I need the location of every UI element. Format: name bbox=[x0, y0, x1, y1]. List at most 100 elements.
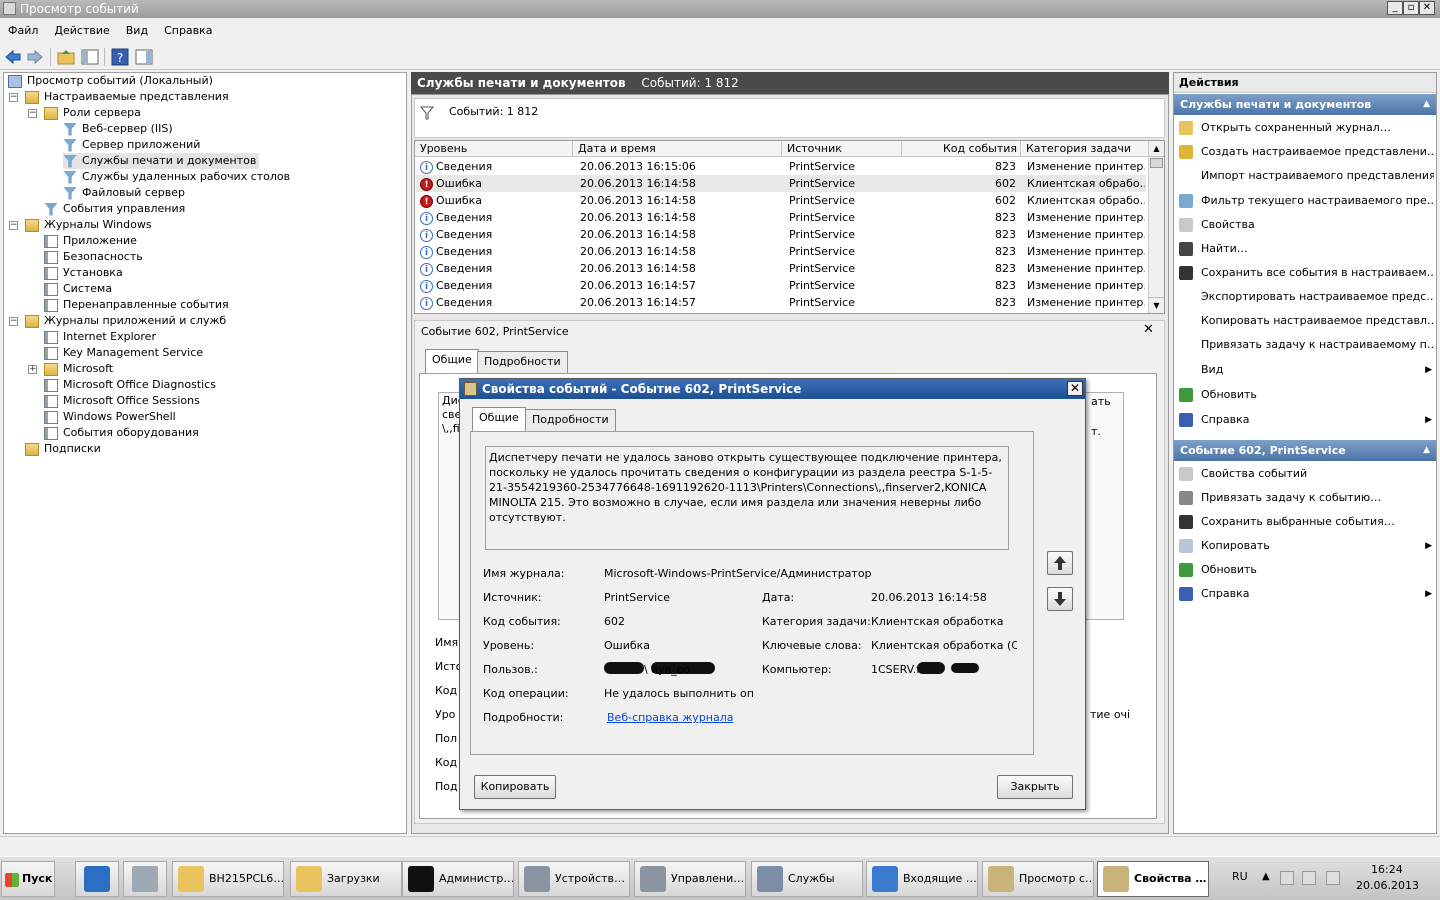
start-button[interactable]: Пуск bbox=[1, 861, 55, 897]
collapse-toggle[interactable]: − bbox=[9, 221, 18, 230]
collapse-toggle[interactable]: − bbox=[9, 93, 18, 102]
tree-item-setup[interactable]: Установка bbox=[44, 265, 123, 281]
show-hide-tree-icon[interactable] bbox=[81, 48, 99, 66]
action-item[interactable]: Сохранить все события в настраиваем… bbox=[1179, 262, 1434, 284]
grid-scrollbar[interactable]: ▲ ▼ bbox=[1148, 141, 1164, 313]
menu-file[interactable]: Файл bbox=[0, 18, 46, 44]
copy-button[interactable]: Копировать bbox=[474, 775, 556, 799]
action-item[interactable]: Привязать задачу к событию… bbox=[1179, 487, 1434, 509]
action-item[interactable]: Копировать ▶ bbox=[1179, 535, 1434, 557]
taskbar-button[interactable]: Управлени… bbox=[634, 861, 746, 897]
action-item[interactable]: Вид ▶ bbox=[1179, 359, 1434, 381]
table-row[interactable]: i Сведения 20.06.2013 16:14:58 PrintService… bbox=[416, 243, 1146, 260]
clock-time[interactable]: 16:24 bbox=[1371, 863, 1403, 876]
tree-item-powershell[interactable]: Windows PowerShell bbox=[44, 409, 176, 425]
forward-arrow-icon[interactable] bbox=[26, 48, 44, 66]
table-row[interactable]: i Сведения 20.06.2013 16:15:06 PrintService… bbox=[416, 158, 1146, 175]
action-item[interactable]: Создать настраиваемое представлени… bbox=[1179, 141, 1434, 163]
taskbar-button[interactable]: Входящие … bbox=[866, 861, 978, 897]
action-item[interactable]: Импорт настраиваемого представления bbox=[1179, 165, 1434, 187]
maximize-button[interactable]: ▫ bbox=[1403, 1, 1419, 15]
tree-item-rds[interactable]: Службы удаленных рабочих столов bbox=[63, 169, 290, 185]
action-item[interactable]: Справка ▶ bbox=[1179, 409, 1434, 431]
menu-action[interactable]: Действие bbox=[46, 18, 117, 44]
help-icon[interactable]: ? bbox=[111, 48, 129, 66]
volume-icon[interactable] bbox=[1326, 871, 1340, 885]
action-item[interactable]: Справка ▶ bbox=[1179, 583, 1434, 605]
back-arrow-icon[interactable] bbox=[4, 48, 22, 66]
scroll-thumb[interactable] bbox=[1150, 158, 1163, 168]
web-help-link[interactable]: Веб-справка журнала bbox=[607, 711, 734, 724]
tree-item-microsoft[interactable]: Microsoft bbox=[44, 361, 113, 377]
tree-item-iis[interactable]: Веб-сервер (IIS) bbox=[63, 121, 173, 137]
taskbar-button[interactable]: BH215PCL6… bbox=[172, 861, 284, 897]
quicklaunch-powershell[interactable] bbox=[75, 861, 119, 897]
action-item[interactable]: Обновить bbox=[1179, 559, 1434, 581]
action-item[interactable]: Обновить bbox=[1179, 384, 1434, 406]
tree-item-application[interactable]: Приложение bbox=[44, 233, 137, 249]
taskbar-button[interactable]: Свойства … bbox=[1097, 861, 1209, 897]
col-header-source[interactable]: Источник bbox=[782, 141, 902, 157]
tree-item-print-services[interactable]: Службы печати и документов bbox=[63, 153, 260, 169]
collapse-up-icon[interactable]: ▲ bbox=[1423, 94, 1430, 115]
tree-item-root[interactable]: Просмотр событий (Локальный) bbox=[8, 73, 213, 89]
action-item[interactable]: Сохранить выбранные события… bbox=[1179, 511, 1434, 533]
action-item[interactable]: Свойства bbox=[1179, 214, 1434, 236]
table-row[interactable]: i Сведения 20.06.2013 16:14:58 PrintService… bbox=[416, 209, 1146, 226]
scroll-up-arrow-icon[interactable]: ▲ bbox=[1149, 141, 1164, 157]
col-header-code[interactable]: Код события bbox=[902, 141, 1021, 157]
tree-item-security[interactable]: Безопасность bbox=[44, 249, 143, 265]
action-item[interactable]: Копировать настраиваемое представл… bbox=[1179, 310, 1434, 332]
dialog-tab-general[interactable]: Общие bbox=[472, 407, 526, 431]
tree-item-office-sessions[interactable]: Microsoft Office Sessions bbox=[44, 393, 200, 409]
menu-help[interactable]: Справка bbox=[156, 18, 220, 44]
show-hide-actions-icon[interactable] bbox=[135, 48, 153, 66]
action-item[interactable]: Фильтр текущего настраиваемого пре… bbox=[1179, 190, 1434, 212]
close-window-button[interactable]: ✕ bbox=[1419, 1, 1435, 15]
tree-item-server-roles[interactable]: Роли сервера bbox=[44, 105, 141, 121]
menu-view[interactable]: Вид bbox=[118, 18, 156, 44]
table-row[interactable]: ! Ошибка 20.06.2013 16:14:58 PrintService 60… bbox=[416, 192, 1146, 209]
tree-item-windows-logs[interactable]: Журналы Windows bbox=[25, 217, 152, 233]
show-hidden-icons[interactable]: ▲ bbox=[1262, 871, 1270, 882]
collapse-up-icon[interactable]: ▲ bbox=[1423, 440, 1430, 461]
tab-general[interactable]: Общие bbox=[425, 349, 479, 373]
clock-date[interactable]: 20.06.2013 bbox=[1356, 879, 1419, 892]
folder-up-icon[interactable] bbox=[57, 48, 75, 66]
collapse-toggle[interactable]: − bbox=[9, 317, 18, 326]
network-icon[interactable] bbox=[1302, 871, 1316, 885]
tree-item-system[interactable]: Система bbox=[44, 281, 112, 297]
dialog-close-icon[interactable]: ✕ bbox=[1067, 381, 1083, 396]
actions-section-print[interactable]: Службы печати и документов ▲ bbox=[1174, 94, 1436, 115]
tree-item-ie[interactable]: Internet Explorer bbox=[44, 329, 156, 345]
table-row[interactable]: i Сведения 20.06.2013 16:14:57 PrintService… bbox=[416, 277, 1146, 294]
actions-section-event[interactable]: Событие 602, PrintService ▲ bbox=[1174, 440, 1436, 461]
tree-item-custom-views[interactable]: Настраиваемые представления bbox=[25, 89, 229, 105]
tree-item-app-logs[interactable]: Журналы приложений и служб bbox=[25, 313, 226, 329]
expand-toggle[interactable]: + bbox=[28, 365, 37, 374]
next-event-button[interactable] bbox=[1047, 587, 1073, 611]
action-item[interactable]: Открыть сохраненный журнал… bbox=[1179, 117, 1434, 139]
action-item[interactable]: Привязать задачу к настраиваемому п… bbox=[1179, 334, 1434, 356]
action-item[interactable]: Найти… bbox=[1179, 238, 1434, 260]
taskbar-button[interactable]: Администр… bbox=[402, 861, 514, 897]
table-row[interactable]: i Сведения 20.06.2013 16:14:58 PrintService… bbox=[416, 226, 1146, 243]
table-row[interactable]: i Сведения 20.06.2013 16:14:58 PrintService… bbox=[416, 260, 1146, 277]
action-item[interactable]: Экспортировать настраиваемое предс… bbox=[1179, 286, 1434, 308]
tree-item-file-server[interactable]: Файловый сервер bbox=[63, 185, 185, 201]
taskbar-button[interactable]: Просмотр с… bbox=[982, 861, 1094, 897]
col-header-level[interactable]: Уровень bbox=[415, 141, 573, 157]
table-row[interactable]: ! Ошибка 20.06.2013 16:14:58 PrintService 60… bbox=[416, 175, 1146, 192]
tree-item-subscriptions[interactable]: Подписки bbox=[25, 441, 101, 457]
tree-item-office-diagnostics[interactable]: Microsoft Office Diagnostics bbox=[44, 377, 216, 393]
tree-item-kms[interactable]: Key Management Service bbox=[44, 345, 203, 361]
taskbar-button[interactable]: Устройств… bbox=[518, 861, 630, 897]
collapse-toggle[interactable]: − bbox=[28, 109, 37, 118]
table-row[interactable]: i Сведения 20.06.2013 16:14:57 PrintService… bbox=[416, 294, 1146, 311]
close-button[interactable]: Закрыть bbox=[997, 775, 1073, 799]
col-header-category[interactable]: Категория задачи bbox=[1021, 141, 1149, 157]
taskbar-button[interactable]: Службы bbox=[751, 861, 863, 897]
tree-item-forwarded[interactable]: Перенаправленные события bbox=[44, 297, 229, 313]
tree-item-admin-events[interactable]: События управления bbox=[44, 201, 185, 217]
tab-details[interactable]: Подробности bbox=[477, 351, 568, 373]
